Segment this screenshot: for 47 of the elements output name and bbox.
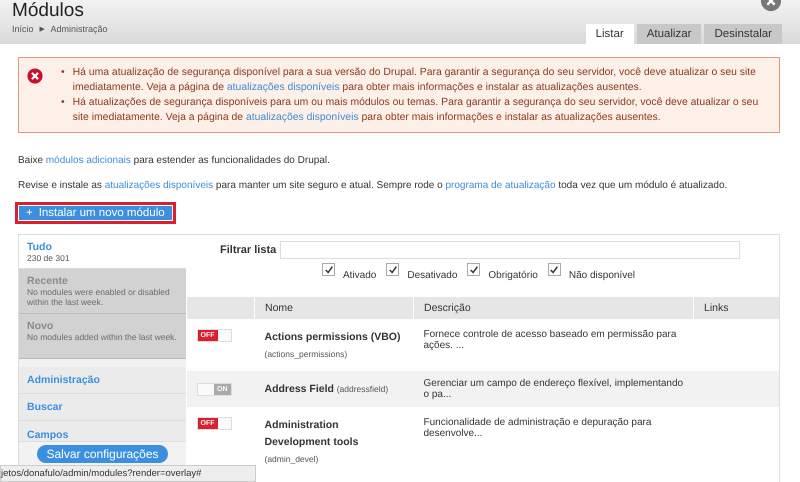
- sidebar-item[interactable]: Campos: [19, 421, 186, 441]
- status-bar-url: jetos/donafulo/admin/modules?render=overlay#: [0, 465, 256, 482]
- module-description: Fornece controle de acesso baseado em permissão para ações. ...: [424, 329, 676, 351]
- sidebar-item[interactable]: Buscar: [19, 394, 186, 421]
- save-settings-button[interactable]: Salvar configurações: [37, 445, 168, 463]
- updates-link[interactable]: atualizações disponíveis: [246, 112, 359, 123]
- sidebar-item[interactable]: Tudo 230 de 301: [19, 235, 186, 269]
- module-name: Address Field: [264, 382, 334, 394]
- bullet: •: [61, 66, 65, 80]
- column-header: Links: [694, 297, 779, 319]
- error-text: Há atualizações de segurança disponíveis para um ou mais módulos ou temas. Para garantir a segurança do seu servidor, você deve atualizar o seu site imediatamente. Veja a página de atualizações disponíveis para obter mais informações e instalar as atualizações ausentes.: [72, 96, 760, 125]
- filter-label: Filtrar lista: [220, 244, 276, 256]
- column-header: Descrição: [414, 297, 694, 319]
- tab[interactable]: Listar: [586, 24, 634, 44]
- module-description: Funcionalidade de administração e depuração para desenvolve...: [424, 417, 652, 439]
- checkbox[interactable]: [467, 263, 480, 276]
- breadcrumb-link[interactable]: Administração: [50, 24, 108, 34]
- sidebar-item[interactable]: Administração: [19, 367, 186, 394]
- checkbox[interactable]: [548, 263, 561, 276]
- checkbox[interactable]: [322, 263, 335, 276]
- install-module-button[interactable]: + Instalar um novo módulo: [15, 202, 176, 224]
- text-link[interactable]: módulos adicionais: [46, 155, 131, 166]
- error-text: Há uma atualização de segurança disponível para a sua versão do Drupal. Para garantir a segurança do seu servidor, você deve atualizar o seu site imediatamente. Veja a página de atualizações disponíveis para obter mais informações e instalar as atualizações ausentes.: [72, 66, 757, 95]
- intro-text: Revise e instale as atualizações disponíveis para manter um site seguro e atual. Sempre rode o programa de atualização toda vez que um módulo é atualizado.: [18, 180, 728, 192]
- module-description: Gerenciar um campo de endereço flexível, implementando o pa...: [424, 378, 684, 400]
- text-link[interactable]: atualizações disponíveis: [104, 180, 214, 191]
- checkbox-label: Não disponível: [568, 270, 636, 281]
- filter-input[interactable]: [280, 241, 740, 259]
- text-link[interactable]: programa de atualização: [445, 180, 556, 191]
- column-header: Nome: [254, 297, 414, 319]
- updates-link[interactable]: atualizações disponíveis: [226, 82, 340, 93]
- error-icon: [27, 68, 43, 84]
- checkbox-label: Ativado: [343, 270, 376, 281]
- machine-name: (admin_devel): [264, 454, 318, 464]
- tab[interactable]: Desinstalar: [704, 24, 782, 44]
- intro-text: Baixe módulos adicionais para estender as funcionalidades do Drupal.: [18, 155, 331, 167]
- bullet: •: [61, 96, 65, 110]
- breadcrumb-link[interactable]: Início: [12, 24, 34, 34]
- module-name: Actions permissions (VBO): [264, 330, 402, 345]
- checkbox[interactable]: [386, 263, 400, 276]
- page-title: Módulos: [12, 0, 85, 21]
- checkbox-label: Desativado: [407, 270, 458, 281]
- machine-name: (addressfield): [336, 384, 388, 394]
- module-name: Administration Development tools: [264, 418, 360, 450]
- tab[interactable]: Atualizar: [636, 24, 702, 44]
- machine-name: (actions_permissions): [264, 349, 348, 359]
- checkbox-label: Obrigatório: [488, 270, 538, 281]
